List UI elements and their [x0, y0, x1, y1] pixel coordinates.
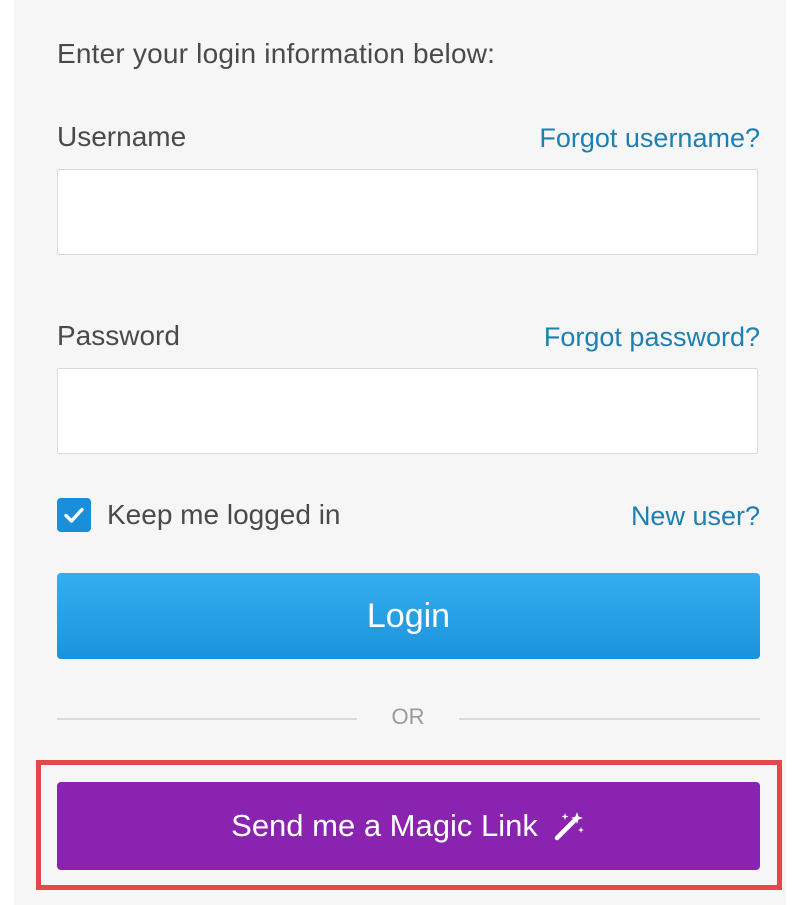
username-input[interactable] — [57, 169, 758, 255]
password-label: Password — [57, 320, 180, 351]
magic-wand-icon — [554, 812, 584, 841]
magic-link-button[interactable]: Send me a Magic Link — [57, 782, 760, 870]
forgot-username-link[interactable]: Forgot username? — [539, 123, 760, 154]
password-input[interactable] — [57, 368, 758, 454]
keep-logged-in-checkbox[interactable] — [57, 498, 91, 532]
divider-or-text: OR — [391, 704, 425, 729]
keep-logged-in-label: Keep me logged in — [107, 499, 341, 530]
forgot-password-link[interactable]: Forgot password? — [544, 322, 760, 353]
new-user-link[interactable]: New user? — [631, 501, 760, 532]
divider-left — [57, 718, 357, 720]
divider-right — [459, 718, 760, 720]
intro-text: Enter your login information below: — [57, 38, 496, 69]
magic-link-button-label: Send me a Magic Link — [231, 808, 538, 843]
checkmark-icon — [64, 507, 84, 523]
login-button[interactable]: Login — [57, 573, 760, 659]
username-label: Username — [57, 121, 187, 152]
keep-logged-in-row[interactable]: Keep me logged in — [57, 498, 341, 532]
